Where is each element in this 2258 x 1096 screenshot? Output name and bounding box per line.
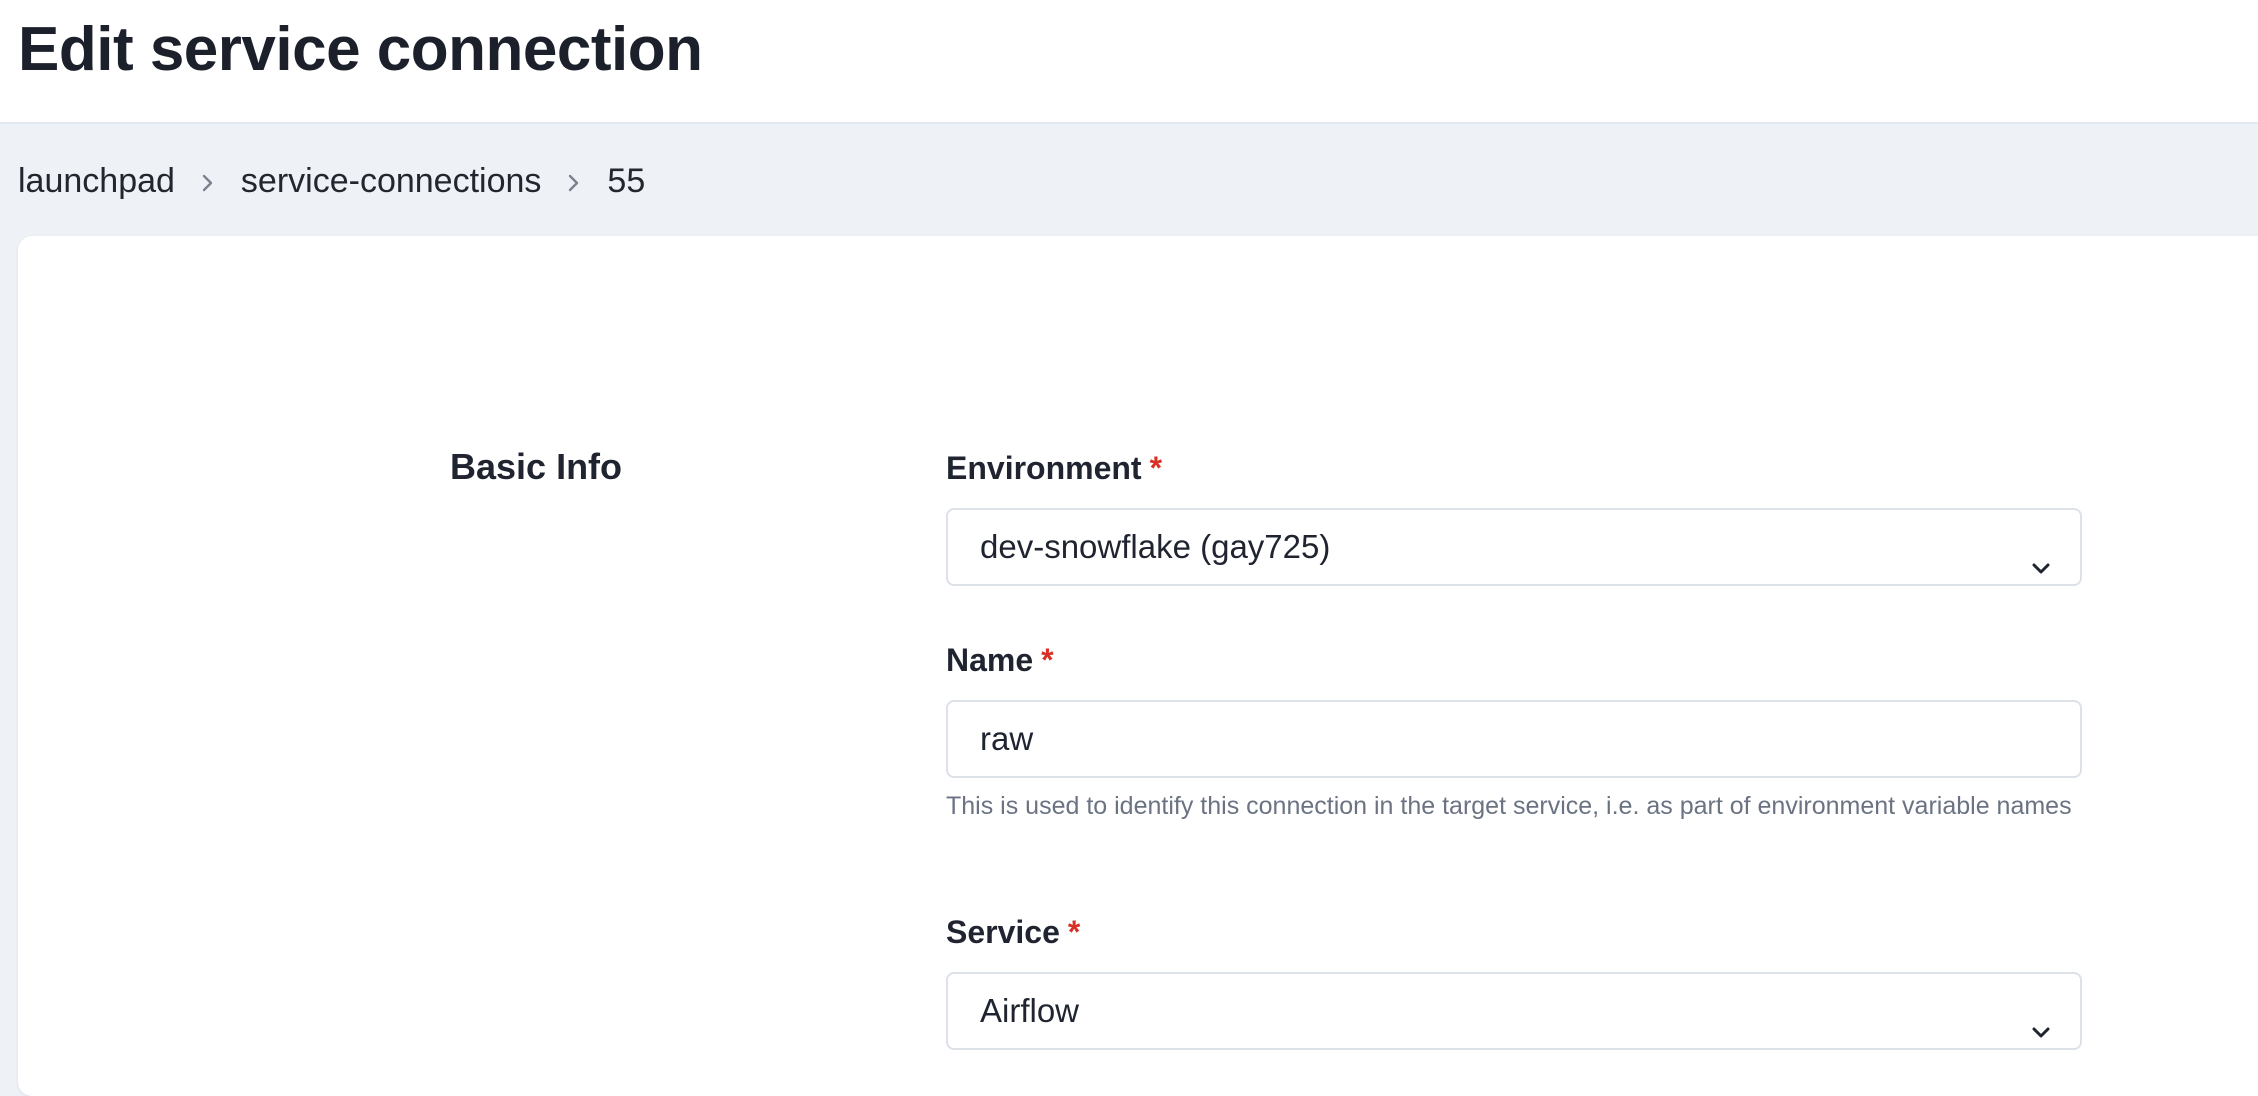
name-help-text: This is used to identify this connection… — [946, 792, 2072, 820]
service-label-text: Service — [946, 914, 1060, 950]
chevron-right-icon — [541, 162, 607, 201]
form-card: Basic Info Environment * dev-snowflake (g… — [18, 236, 2258, 1096]
chevron-down-icon — [2028, 998, 2054, 1072]
breadcrumb-item-launchpad[interactable]: launchpad — [18, 162, 175, 201]
service-label: Service * — [946, 910, 1080, 954]
chevron-right-icon — [175, 162, 241, 201]
required-marker: * — [1149, 450, 1163, 486]
required-marker: * — [1041, 642, 1054, 678]
breadcrumb: launchpad service-connections 55 — [18, 156, 645, 206]
environment-label-text: Environment — [946, 450, 1142, 486]
name-input[interactable] — [946, 700, 2082, 778]
required-marker: * — [1067, 914, 1081, 950]
name-label: Name * — [946, 638, 1054, 682]
name-label-text: Name — [946, 642, 1034, 678]
breadcrumb-item-current: 55 — [607, 161, 646, 200]
service-select-value: Airflow — [980, 992, 1080, 1029]
breadcrumb-item-service-connections[interactable]: service-connections — [241, 162, 541, 201]
page-header: Edit service connection — [0, 0, 2258, 124]
environment-select-value: dev-snowflake (gay725) — [980, 528, 1331, 565]
environment-select[interactable]: dev-snowflake (gay725) — [946, 508, 2082, 586]
service-select[interactable]: Airflow — [946, 972, 2082, 1050]
chevron-down-icon — [2028, 534, 2054, 608]
environment-label: Environment * — [946, 446, 1162, 490]
section-title-basic-info: Basic Info — [450, 446, 623, 487]
page-title: Edit service connection — [18, 15, 703, 84]
